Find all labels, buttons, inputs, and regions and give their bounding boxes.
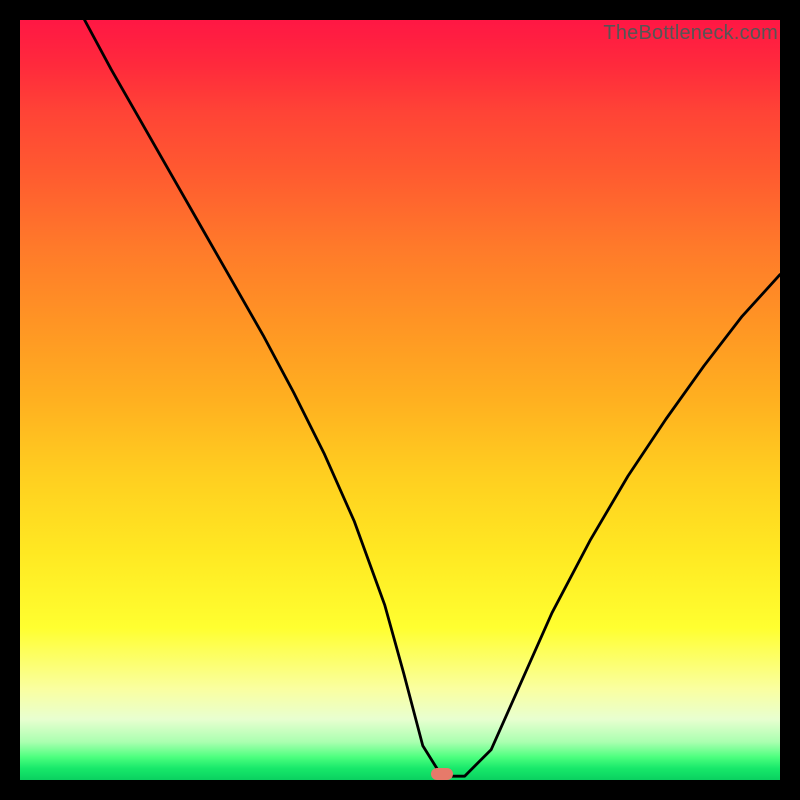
watermark-text: TheBottleneck.com bbox=[603, 22, 778, 45]
minimum-marker bbox=[431, 768, 453, 780]
chart-frame: TheBottleneck.com bbox=[0, 0, 800, 800]
plot-area bbox=[20, 20, 780, 780]
bottleneck-curve bbox=[20, 20, 780, 780]
